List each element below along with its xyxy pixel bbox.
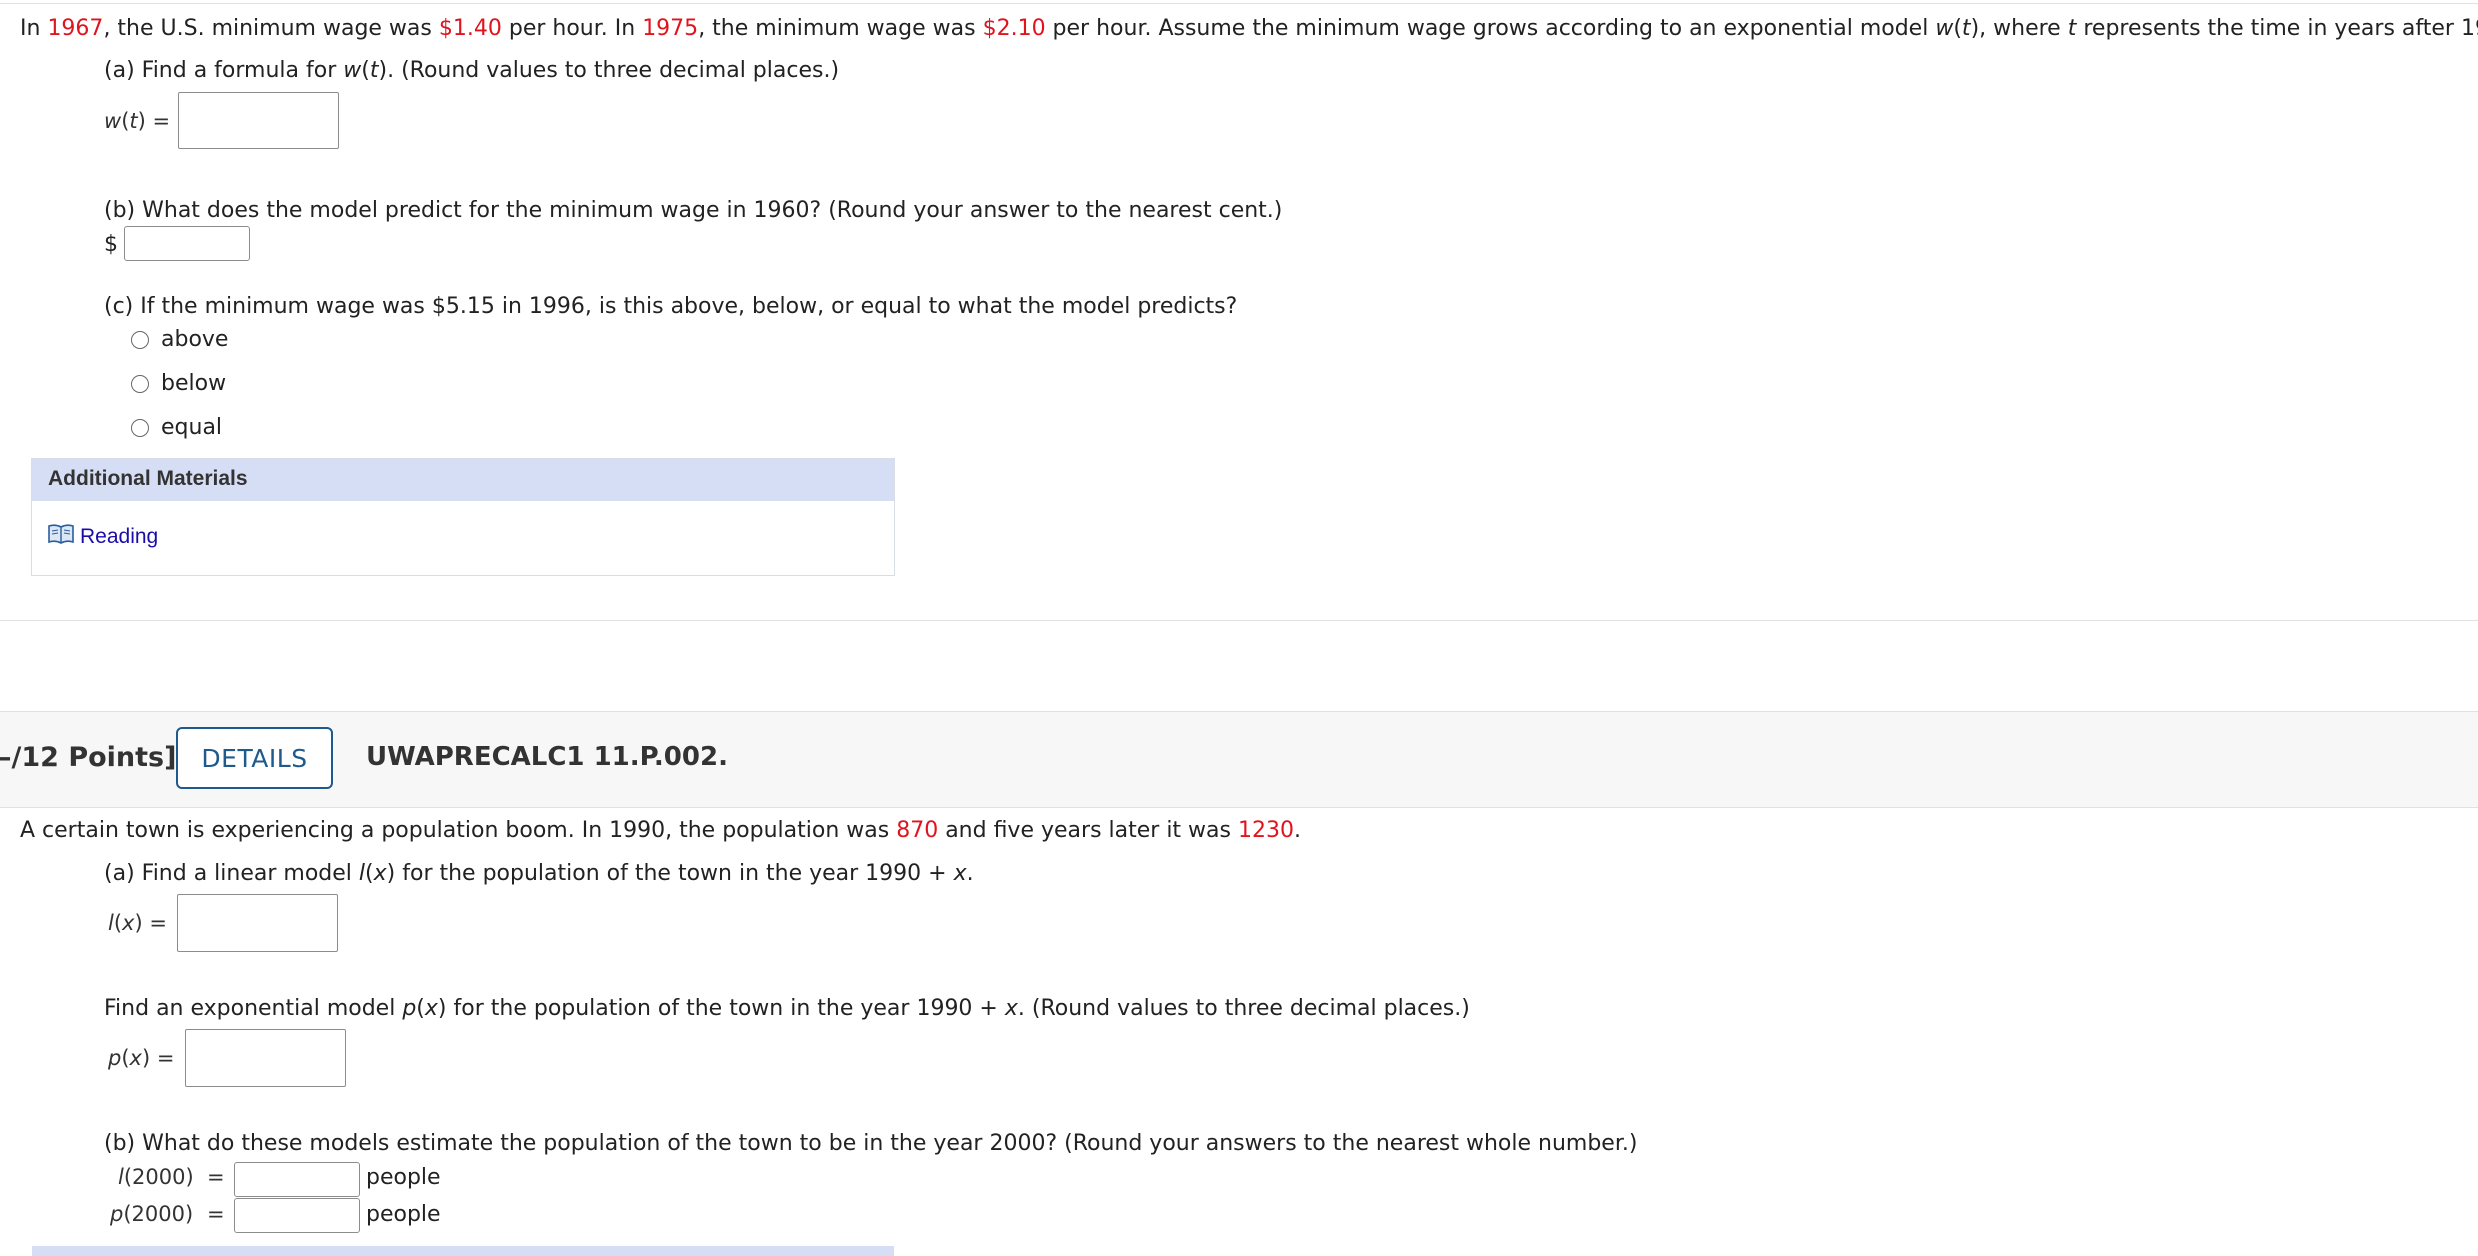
reading-link[interactable]: Reading — [80, 525, 158, 549]
q2-intro: A certain town is experiencing a populat… — [20, 818, 1301, 843]
q2-part-a-question: (a) Find a linear model l(x) for the pop… — [104, 861, 974, 886]
p2000-unit: people — [366, 1202, 441, 1227]
option-below-label: below — [161, 371, 227, 396]
currency-symbol: $ — [104, 232, 118, 257]
radio-below[interactable] — [131, 375, 149, 393]
option-equal-label: equal — [161, 415, 223, 440]
q1-intro: In 1967, the U.S. minimum wage was $1.40… — [20, 16, 2478, 41]
q1-year2: 1975 — [642, 16, 699, 41]
q1-part-c-question: (c) If the minimum wage was $5.15 in 199… — [104, 294, 1238, 319]
radio-above[interactable] — [131, 331, 149, 349]
p2000-label: p(2000) — [110, 1202, 194, 1226]
details-button[interactable]: DETAILS — [176, 727, 333, 789]
p2000-equals: = — [207, 1202, 225, 1226]
q2-exp-question: Find an exponential model p(x) for the p… — [104, 996, 1470, 1021]
q1-wt-input[interactable] — [178, 92, 339, 149]
l2000-input[interactable] — [234, 1162, 360, 1197]
q1-wage-1960-input[interactable] — [124, 226, 250, 261]
q1-part-a-question: (a) Find a formula for w(t). (Round valu… — [104, 58, 840, 83]
l2000-label: l(2000) — [118, 1165, 194, 1189]
q2-pop2: 1230 — [1237, 818, 1294, 843]
additional-materials-title: Additional Materials — [48, 467, 248, 490]
q2-points: –/12 Points] — [0, 742, 177, 773]
q2-lx-label: l(x) = — [108, 911, 167, 935]
q2-px-input[interactable] — [185, 1029, 346, 1087]
p2000-input[interactable] — [234, 1198, 360, 1233]
q2-lx-input[interactable] — [177, 894, 338, 952]
l2000-equals: = — [207, 1165, 225, 1189]
q2-px-label: p(x) = — [108, 1046, 175, 1070]
option-above-label: above — [161, 327, 229, 352]
q1-year1: 1967 — [47, 16, 104, 41]
radio-equal[interactable] — [131, 419, 149, 437]
q2-code: UWAPRECALC1 11.P.002. — [366, 742, 728, 772]
q2-part-b-question: (b) What do these models estimate the po… — [104, 1131, 1638, 1156]
q2-pop1: 870 — [896, 818, 939, 843]
l2000-unit: people — [366, 1165, 441, 1190]
q1-wage1: $1.40 — [438, 16, 502, 41]
additional-materials-header-cutoff — [32, 1246, 894, 1256]
q1-part-b-question: (b) What does the model predict for the … — [104, 198, 1283, 223]
section-divider — [0, 620, 2478, 621]
q1-wage2: $2.10 — [982, 16, 1046, 41]
q1-wt-label: w(t) = — [104, 109, 171, 133]
book-icon — [48, 523, 74, 545]
top-divider — [0, 3, 2478, 4]
